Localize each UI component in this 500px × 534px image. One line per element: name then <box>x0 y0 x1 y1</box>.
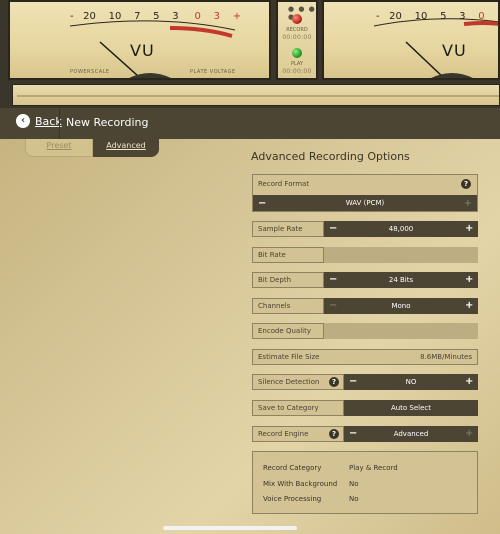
save-to-category-select[interactable]: Auto Select <box>344 400 478 416</box>
info-row: Mix With Background No <box>263 480 359 488</box>
tape-strip-face <box>12 84 500 106</box>
silence-detection-label: Silence Detection ? <box>252 374 344 390</box>
channels-value: Mono <box>391 302 411 310</box>
tab-advanced[interactable]: Advanced <box>93 139 159 157</box>
play-led[interactable] <box>292 48 302 58</box>
options-title: Advanced Recording Options <box>251 150 410 163</box>
left-vu-meter: - 20 10 7 5 3 0 3 + VU POWERSCALE PLATE … <box>8 0 271 80</box>
silence-detection-value: NO <box>405 378 417 386</box>
right-meter-scale: - 20 10 5 3 0 <box>376 11 485 22</box>
bit-rate-label: Bit Rate <box>252 247 324 263</box>
tape-strip <box>0 82 500 108</box>
estimate-file-size-row: Estimate File Size 8.6MB/Minutes <box>252 349 478 365</box>
record-engine-label: Record Engine ? <box>252 426 344 442</box>
record-time: 00:00:00 <box>282 34 312 41</box>
tab-preset[interactable]: Preset <box>25 139 93 157</box>
right-vu-label: VU <box>442 41 467 60</box>
channels-row: Channels − Mono + <box>252 298 478 314</box>
info-key: Record Category <box>263 464 322 472</box>
channels-decrease-button[interactable]: − <box>329 299 337 313</box>
left-meter-scale: - 20 10 7 5 3 0 3 + <box>70 11 242 22</box>
left-vu-label: VU <box>130 41 155 60</box>
record-format-label: Record Format <box>258 180 310 188</box>
estimate-file-size-label: Estimate File Size <box>258 353 320 361</box>
bit-depth-value: 24 Bits <box>388 276 414 284</box>
left-meter-foot-right: PLATE VOLTAGE <box>190 69 236 75</box>
info-key: Mix With Background <box>263 480 338 488</box>
info-key: Voice Processing <box>263 495 322 503</box>
record-engine-value: Advanced <box>393 430 429 438</box>
sample-rate-stepper: − 48,000 + <box>324 221 478 237</box>
save-to-category-label: Save to Category <box>252 400 344 416</box>
channels-stepper: − Mono + <box>324 298 478 314</box>
record-format-value: WAV (PCM) <box>345 199 385 207</box>
bit-rate-row: Bit Rate <box>252 247 478 263</box>
record-engine-help-icon[interactable]: ? <box>329 429 339 439</box>
navigation-bar: ‹ Back New Recording <box>0 108 500 139</box>
session-info-box: Record Category Play & Record Mix With B… <box>252 451 478 514</box>
left-meter-foot-left: POWERSCALE <box>70 69 110 75</box>
bit-depth-row: Bit Depth − 24 Bits + <box>252 272 478 288</box>
back-label: Back <box>35 114 62 128</box>
page-title-nav: New Recording <box>66 116 149 129</box>
info-value: No <box>349 495 359 503</box>
silence-detection-stepper: − NO + <box>344 374 478 390</box>
record-engine-stepper: − Advanced + <box>344 426 478 442</box>
bit-depth-increase-button[interactable]: + <box>465 273 473 287</box>
bit-depth-stepper: − 24 Bits + <box>324 272 478 288</box>
encode-quality-control <box>324 323 478 339</box>
record-format-help-icon[interactable]: ? <box>461 179 471 189</box>
info-value: Play & Record <box>349 464 398 472</box>
mode-tabs: Preset Advanced <box>25 139 159 157</box>
record-format-stepper: − WAV (PCM) + <box>253 195 477 211</box>
record-label: RECORD <box>286 27 308 33</box>
channels-increase-button[interactable]: + <box>465 299 473 313</box>
record-engine-decrease-button[interactable]: − <box>349 427 357 441</box>
encode-quality-row: Encode Quality <box>252 323 478 339</box>
nav-divider <box>59 108 60 139</box>
record-engine-increase-button[interactable]: + <box>465 427 473 441</box>
silence-detection-increase-button[interactable]: + <box>465 375 473 389</box>
estimate-file-size-value: 8.6MB/Minutes <box>420 353 472 361</box>
home-indicator[interactable] <box>163 526 297 530</box>
record-engine-row: Record Engine ? − Advanced + <box>252 426 478 442</box>
bit-rate-control <box>324 247 478 263</box>
silence-detection-decrease-button[interactable]: − <box>349 375 357 389</box>
silence-detection-help-icon[interactable]: ? <box>329 377 339 387</box>
sample-rate-label: Sample Rate <box>252 221 324 237</box>
meter-bar: - 20 10 7 5 3 0 3 + VU POWERSCALE PLATE … <box>0 0 500 82</box>
encode-quality-label: Encode Quality <box>252 323 324 339</box>
back-button[interactable]: ‹ Back <box>16 114 62 128</box>
sample-rate-row: Sample Rate − 48,000 + <box>252 221 478 237</box>
sample-rate-increase-button[interactable]: + <box>465 222 473 236</box>
play-label: PLAY <box>290 61 303 67</box>
channels-label: Channels <box>252 298 324 314</box>
record-format-box: Record Format ? − WAV (PCM) + <box>252 174 478 212</box>
record-led[interactable] <box>292 14 302 24</box>
tape-line <box>17 95 499 97</box>
save-to-category-row: Save to Category Auto Select <box>252 400 478 416</box>
play-time: 00:00:00 <box>282 68 312 75</box>
record-format-decrease-button[interactable]: − <box>258 198 266 209</box>
bit-depth-label: Bit Depth <box>252 272 324 288</box>
sample-rate-decrease-button[interactable]: − <box>329 222 337 236</box>
info-row: Record Category Play & Record <box>263 464 398 472</box>
back-arrow-icon: ‹ <box>16 114 30 128</box>
info-row: Voice Processing No <box>263 495 359 503</box>
info-value: No <box>349 480 359 488</box>
sample-rate-value: 48,000 <box>388 225 414 233</box>
bit-depth-decrease-button[interactable]: − <box>329 273 337 287</box>
silence-detection-row: Silence Detection ? − NO + <box>252 374 478 390</box>
record-format-increase-button[interactable]: + <box>464 198 472 209</box>
transport-panel: ● ● ● ● RECORD 00:00:00 PLAY 00:00:00 <box>276 0 318 80</box>
right-vu-meter: - 20 10 5 3 0 VU <box>322 0 500 80</box>
